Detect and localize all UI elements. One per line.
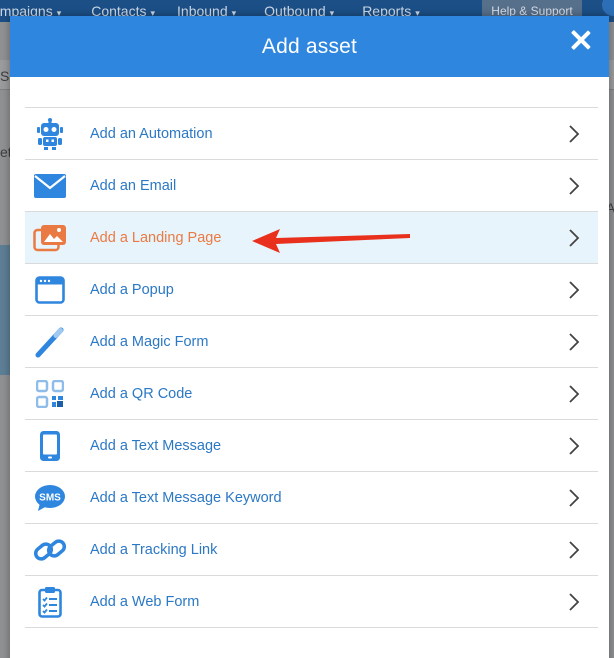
chevron-right-icon: [569, 437, 580, 455]
chevron-right-icon: [569, 229, 580, 247]
add-qr-code-item[interactable]: Add a QR Code: [25, 368, 598, 420]
magic-wand-icon: [30, 322, 70, 362]
asset-item-label: Add a QR Code: [90, 385, 193, 402]
modal-header: Add asset: [10, 16, 609, 77]
close-icon[interactable]: [569, 28, 593, 52]
add-text-message-item[interactable]: Add a Text Message: [25, 420, 598, 472]
asset-item-label: Add an Email: [90, 177, 177, 194]
avatar[interactable]: [602, 0, 614, 16]
add-landing-page-item[interactable]: Add a Landing Page: [25, 212, 598, 264]
chevron-right-icon: [569, 541, 580, 559]
link-icon: [30, 530, 70, 570]
asset-item-label: Add a Tracking Link: [90, 541, 218, 558]
add-popup-item[interactable]: Add a Popup: [25, 264, 598, 316]
chevron-right-icon: [569, 177, 580, 195]
asset-item-label: Add a Popup: [90, 281, 174, 298]
asset-list: Add an Automation Add an Email Add a Lan…: [25, 107, 598, 628]
asset-item-label: Add a Text Message: [90, 437, 222, 454]
asset-item-label: Add a Web Form: [90, 593, 200, 610]
clipboard-icon: [30, 582, 70, 622]
chevron-right-icon: [569, 281, 580, 299]
asset-item-label: Add a Landing Page: [90, 229, 222, 246]
asset-item-label: Add a Magic Form: [90, 333, 209, 350]
modal-title: Add asset: [261, 34, 358, 58]
add-text-message-keyword-item[interactable]: SMS Add a Text Message Keyword: [25, 472, 598, 524]
add-web-form-item[interactable]: Add a Web Form: [25, 576, 598, 628]
chevron-right-icon: [569, 333, 580, 351]
add-magic-form-item[interactable]: Add a Magic Form: [25, 316, 598, 368]
qr-code-icon: [30, 374, 70, 414]
mobile-phone-icon: [30, 426, 70, 466]
chevron-right-icon: [569, 593, 580, 611]
add-email-item[interactable]: Add an Email: [25, 160, 598, 212]
popup-window-icon: [30, 270, 70, 310]
asset-item-label: Add a Text Message Keyword: [90, 489, 282, 506]
robot-icon: [30, 114, 70, 154]
landing-page-icon: [30, 218, 70, 258]
asset-item-label: Add an Automation: [90, 125, 213, 142]
background-text: S: [0, 68, 10, 84]
add-tracking-link-item[interactable]: Add a Tracking Link: [25, 524, 598, 576]
envelope-icon: [30, 166, 70, 206]
sms-bubble-icon: SMS: [30, 478, 70, 518]
svg-text:SMS: SMS: [39, 492, 61, 503]
chevron-right-icon: [569, 489, 580, 507]
chevron-right-icon: [569, 125, 580, 143]
chevron-right-icon: [569, 385, 580, 403]
add-automation-item[interactable]: Add an Automation: [25, 108, 598, 160]
